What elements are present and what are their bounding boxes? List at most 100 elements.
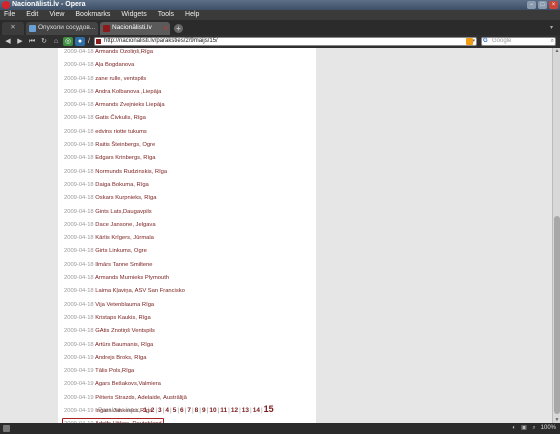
- signature-row: 2009-04-18 Armands Ozoliņš,Rīga: [64, 48, 314, 59]
- signature-entry: 2009-04-18 Kristaps Kaukis, Rīga: [64, 315, 151, 321]
- tab-opuholi[interactable]: Опухоли сосудов...: [26, 22, 98, 35]
- scrollbar-thumb[interactable]: [554, 216, 560, 414]
- signature-name: Andrejs Broks, Rīga: [94, 354, 147, 361]
- search-input[interactable]: G Google ⌕: [481, 37, 556, 46]
- search-icon[interactable]: ⌕: [551, 38, 554, 45]
- google-icon[interactable]: G: [483, 38, 488, 45]
- tab-label: Nacionālisti.lv: [112, 24, 152, 31]
- wand-icon[interactable]: /: [85, 37, 93, 46]
- page-link-7[interactable]: 7: [187, 407, 191, 414]
- signature-list-panel: 2009-04-18 Armands Ozoliņš,Rīga 2009-04-1…: [58, 48, 316, 423]
- signature-entry: 2009-04-18 Kārlis Krīgers, Jūrmala: [64, 235, 154, 241]
- signature-row: 2009-04-18 Armands Murnieks Plymouth: [64, 272, 314, 285]
- minimize-button[interactable]: −: [527, 1, 536, 9]
- page-link-5[interactable]: 5: [173, 407, 177, 414]
- page-link-6[interactable]: 6: [180, 407, 184, 414]
- window-controls: − □ ×: [527, 1, 558, 9]
- signature-list: 2009-04-18 Armands Ozoliņš,Rīga 2009-04-1…: [62, 48, 314, 423]
- rss-icon[interactable]: [466, 38, 473, 45]
- tab-list-icon[interactable]: ▾: [547, 24, 556, 32]
- unite-icon[interactable]: ●: [75, 37, 85, 46]
- menu-bookmarks[interactable]: Bookmarks: [75, 10, 110, 20]
- page-link-1[interactable]: 1: [143, 407, 147, 414]
- page-link-4[interactable]: 4: [165, 407, 169, 414]
- signature-row: 2009-04-18 Aļa Bogdanova: [64, 59, 314, 72]
- signature-name: Armands Murnieks Plymouth: [94, 275, 170, 282]
- signature-entry: 2009-04-18 Edgars Krinbergs, Rīga: [64, 155, 156, 161]
- signature-name: Armands Zvejnieks Liepāja: [94, 102, 165, 109]
- signature-entry: 2009-04-18 Andra Kolbanova ,Liepāja: [64, 89, 161, 95]
- turbo-icon[interactable]: ◎: [63, 37, 73, 46]
- panel-icon[interactable]: [3, 425, 10, 432]
- signature-name: GAtis Znotiņš Ventspils: [95, 328, 155, 335]
- menu-help[interactable]: Help: [185, 10, 199, 20]
- navigation-bar: ◀ ▶ ⏮ ↻ ⌂ ◎ ● / http://nacionalisti.lv/p…: [0, 35, 560, 48]
- scroll-up-icon[interactable]: ▲: [553, 48, 560, 54]
- menu-tools[interactable]: Tools: [158, 10, 174, 20]
- zoom-level[interactable]: 100%: [541, 423, 556, 434]
- signature-date: 2009-04-18: [64, 75, 94, 82]
- signature-row: 2009-04-18 Artūrs Baumanis, Rīga: [64, 339, 314, 352]
- address-bar[interactable]: http://nacionalisti.lv/paraksties/2/9mai…: [94, 37, 477, 46]
- page-link-12[interactable]: 12: [231, 407, 238, 414]
- rewind-icon[interactable]: ⏮: [27, 37, 37, 46]
- page-link-8[interactable]: 8: [195, 407, 199, 414]
- page-separator: |: [199, 407, 201, 414]
- signature-name: Laima Kļaviņa, ASV San Francisko: [95, 288, 185, 295]
- menu-file[interactable]: File: [4, 10, 15, 20]
- signature-date: 2009-04-18: [64, 328, 94, 335]
- current-page: 15: [263, 404, 274, 414]
- new-tab-button[interactable]: +: [174, 24, 183, 33]
- signature-entry: 2009-04-18 Gatis Čivkulis, Rīga: [64, 115, 146, 121]
- menu-edit[interactable]: Edit: [26, 10, 38, 20]
- home-icon[interactable]: ⌂: [51, 37, 61, 46]
- zoom-icon[interactable]: ⌕: [530, 425, 538, 432]
- page-link-11[interactable]: 11: [220, 407, 227, 414]
- signature-entry: 2009-04-18 Ilmārs Tanne Smiltene: [64, 262, 153, 268]
- signature-row: 2009-04-19 Andrejs Broks, Rīga: [64, 352, 314, 365]
- signature-row: 2009-04-18 Normunds Rudzinskis, Rīga: [64, 166, 314, 179]
- panel-toggle-button[interactable]: ✕: [2, 22, 24, 35]
- forward-icon[interactable]: ▶: [15, 37, 25, 46]
- maximize-button[interactable]: □: [538, 1, 547, 9]
- signature-date: 2009-04-18: [64, 102, 94, 109]
- page-link-10[interactable]: 10: [209, 407, 216, 414]
- signature-date: 2009-04-18: [64, 168, 94, 175]
- signature-name: edvins riotte tukums: [95, 128, 147, 135]
- signature-name: Agars Bešakovs,Valmiera: [94, 381, 161, 388]
- signature-date: 2009-04-18: [64, 221, 94, 228]
- page-link-3[interactable]: 3: [158, 407, 162, 414]
- close-tab-icon[interactable]: ✕: [163, 23, 168, 35]
- unite-status-icon[interactable]: ◐: [510, 425, 518, 432]
- page-separator: |: [260, 407, 263, 414]
- signature-date: 2009-04-19: [64, 368, 94, 375]
- view-icon[interactable]: ▣: [520, 425, 528, 432]
- signature-date: 2009-04-18: [64, 314, 94, 321]
- signature-row: 2009-04-18 Gints Lats,Daugavpils: [64, 206, 314, 219]
- signature-row: 2009-04-18 Ilmārs Tanne Smiltene: [64, 259, 314, 272]
- back-icon[interactable]: ◀: [3, 37, 13, 46]
- menu-widgets[interactable]: Widgets: [121, 10, 146, 20]
- signature-entry: 2009-04-18 Armands Ozoliņš,Rīga: [64, 49, 153, 55]
- page-favicon-icon: [29, 25, 36, 32]
- signature-row: 2009-04-18 Armands Zvejnieks Liepāja: [64, 99, 314, 112]
- pagination: Parakstu lapa: 1|2|3|4|5|6|7|8|9|10|11|1…: [98, 403, 312, 415]
- page-separator: |: [191, 407, 194, 414]
- page-link-2[interactable]: 2: [151, 407, 155, 414]
- signature-entry: 2009-04-18 Normunds Rudzinskis, Rīga: [64, 169, 167, 175]
- signature-name: Kristaps Kaukis, Rīga: [95, 314, 151, 321]
- signature-date: 2009-04-19: [64, 394, 94, 401]
- reload-icon[interactable]: ↻: [39, 37, 49, 46]
- page-separator: |: [217, 407, 220, 414]
- signature-date: 2009-04-18: [64, 195, 94, 202]
- page-link-14[interactable]: 14: [253, 407, 260, 414]
- menu-view[interactable]: View: [49, 10, 64, 20]
- tab-nacionalisti[interactable]: Nacionālisti.lv ✕: [100, 22, 170, 35]
- page-link-9[interactable]: 9: [202, 407, 206, 414]
- signature-date: 2009-04-18: [64, 208, 94, 215]
- vertical-scrollbar[interactable]: ▲ ▼: [552, 48, 560, 423]
- close-window-button[interactable]: ×: [549, 1, 558, 9]
- signature-entry: 2009-04-18 Dace Jansone, Jelgava: [64, 222, 156, 228]
- signature-name: Gatis Čivkulis, Rīga: [95, 115, 146, 122]
- page-link-13[interactable]: 13: [242, 407, 249, 414]
